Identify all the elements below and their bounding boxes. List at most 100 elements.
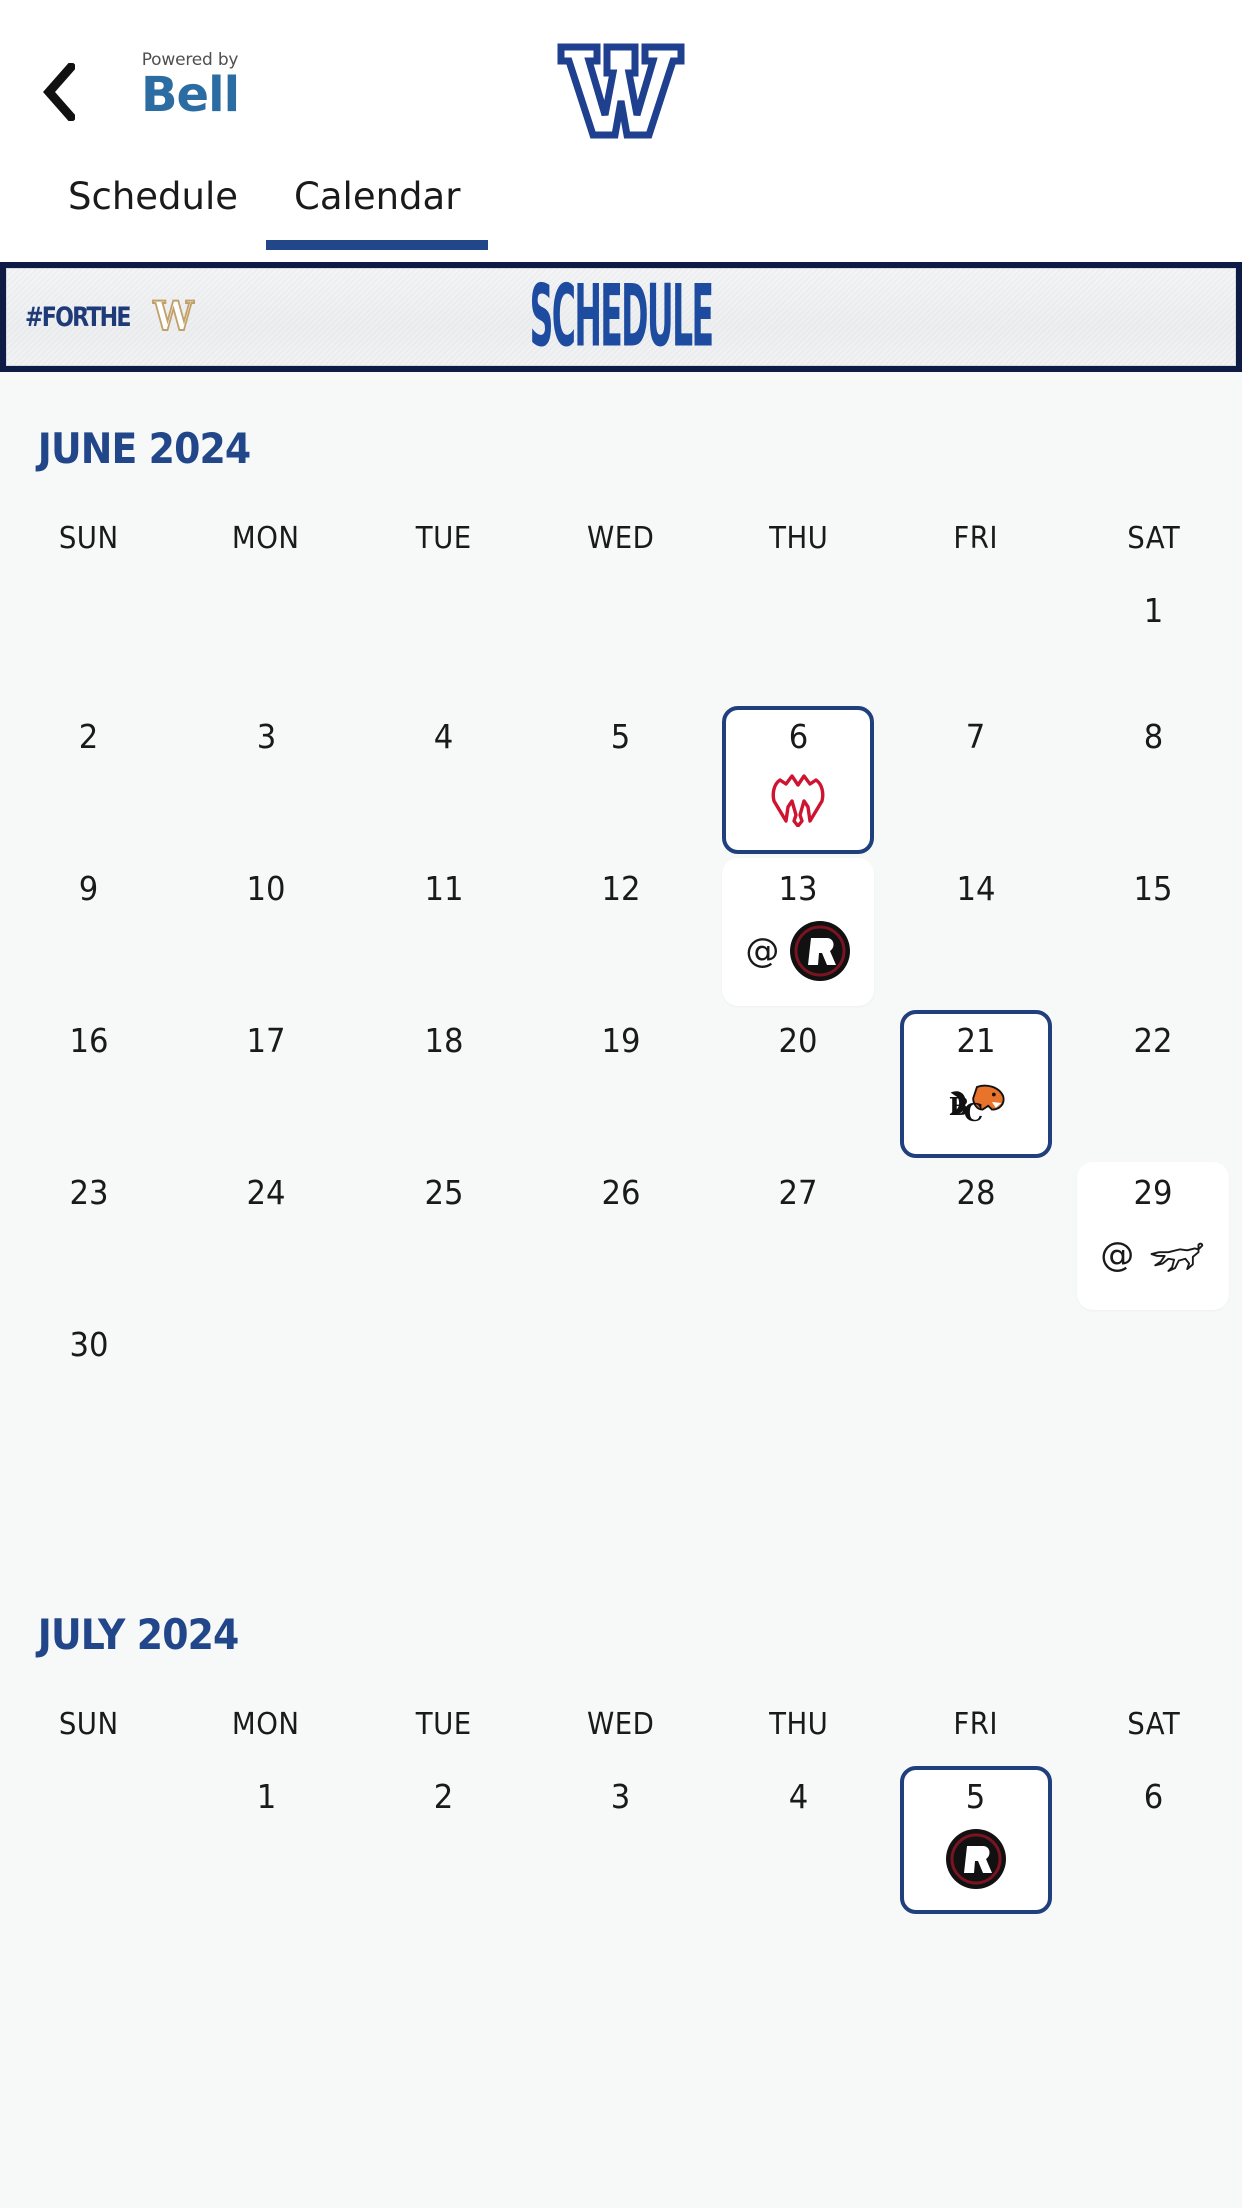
calendar-day-cell[interactable]: 7 (887, 704, 1064, 830)
calendar-day-cell[interactable]: 26 (532, 1160, 709, 1286)
dow-label-mon: MON (232, 1707, 300, 1742)
month-title: JUNE 2024 (37, 424, 251, 473)
bell-sponsor-logo[interactable]: Powered by Bell (140, 52, 240, 119)
calendar-day-cell[interactable]: 18 (355, 1008, 532, 1134)
calendar-day-cell[interactable]: 16 (0, 1008, 177, 1134)
dow-label-fri: FRI (953, 521, 999, 556)
calendar-day-cell-game[interactable]: 5 (887, 1764, 1064, 1916)
game-entry[interactable]: BC (945, 1071, 1007, 1135)
day-number: 3 (256, 717, 276, 756)
ottawa-redblacks-logo (945, 1828, 1007, 1890)
schedule-banner-inner: #FORTHE W SCHEDULE (6, 267, 1236, 367)
schedule-banner: #FORTHE W SCHEDULE (0, 262, 1242, 372)
calendar-day-cell[interactable]: 22 (1065, 1008, 1242, 1134)
calendar-day-cell[interactable]: 3 (177, 704, 354, 830)
calendar-day-cell[interactable]: 14 (887, 856, 1064, 982)
calendar-scroll-area[interactable]: JUNE 2024 SUN MON TUE WED THU FRI SAT 1 2 3 4 5 6 7 8 9 1… (0, 372, 1242, 2208)
calendar-day-cell (0, 578, 177, 704)
dow-label-mon: MON (232, 521, 300, 556)
calendar-day-cell (0, 1764, 177, 1890)
day-number: 14 (956, 869, 996, 908)
day-number: 23 (69, 1173, 109, 1212)
calendar-day-cell[interactable]: 3 (532, 1764, 709, 1890)
game-entry[interactable] (767, 767, 829, 831)
calendar-day-cell[interactable]: 4 (710, 1764, 887, 1890)
day-number: 10 (246, 869, 286, 908)
tab-schedule[interactable]: Schedule (40, 178, 266, 240)
calendar-day-cell[interactable]: 15 (1065, 856, 1242, 982)
calendar-day-cell[interactable]: 2 (0, 704, 177, 830)
dow-label-sat: SAT (1126, 1707, 1180, 1742)
calendar-day-cell[interactable]: 19 (532, 1008, 709, 1134)
calendar-day-cell[interactable]: 12 (532, 856, 709, 982)
week-row: 1 2 3 4 5 6 (0, 1764, 1242, 1916)
away-at-symbol: @ (745, 931, 780, 971)
calendar-day-cell[interactable]: 24 (177, 1160, 354, 1286)
dow-label-tue: TUE (415, 521, 472, 556)
day-number: 27 (778, 1173, 818, 1212)
month-section: JUNE 2024 SUN MON TUE WED THU FRI SAT 1 2 3 4 5 6 7 8 9 1… (0, 372, 1242, 1438)
calendar-day-cell[interactable]: 2 (355, 1764, 532, 1890)
day-number: 3 (611, 1777, 631, 1816)
game-entry[interactable]: @ (1100, 1223, 1206, 1287)
calendar-day-cell-game[interactable]: 21 B C (887, 1008, 1064, 1160)
day-number: 18 (424, 1021, 464, 1060)
calendar-day-cell-game[interactable]: 13 @ (710, 856, 887, 1008)
calendar-day-cell-game[interactable]: 6 (710, 704, 887, 856)
day-number: 2 (78, 717, 99, 756)
dow-label-thu: THU (768, 521, 829, 556)
calendar-day-cell (355, 578, 532, 704)
calendar-day-cell[interactable]: 23 (0, 1160, 177, 1286)
week-row: 30 (0, 1312, 1242, 1438)
day-number: 30 (69, 1325, 109, 1364)
game-entry[interactable]: @ (745, 919, 851, 983)
ottawa-redblacks-logo (789, 920, 851, 982)
week-row: 2 3 4 5 6 7 8 (0, 704, 1242, 856)
tab-calendar-label: Calendar (294, 175, 461, 218)
away-at-symbol: @ (1100, 1235, 1135, 1275)
calendar-day-cell[interactable]: 4 (355, 704, 532, 830)
calendar-day-cell[interactable]: 10 (177, 856, 354, 982)
month-title: JULY 2024 (37, 1610, 240, 1659)
calendar-day-cell[interactable]: 8 (1065, 704, 1242, 830)
calendar-day-cell[interactable]: 5 (532, 704, 709, 830)
tab-schedule-indicator (40, 240, 266, 250)
weeks-container: 1 2 3 4 5 6 7 8 9 10 11 12 13 @14 15 16 17 18 19 20 21 B C 22 23… (0, 556, 1242, 1438)
app-root: Powered by Bell Schedule Calendar #FORTH… (0, 0, 1242, 2208)
tab-calendar[interactable]: Calendar (266, 175, 489, 250)
day-number: 21 (956, 1021, 996, 1060)
calendar-day-cell (177, 578, 354, 704)
back-button[interactable] (26, 60, 90, 124)
calendar-day-cell[interactable]: 17 (177, 1008, 354, 1134)
day-of-week-header: SUN MON TUE WED THU FRI SAT (0, 1659, 1242, 1742)
day-number: 22 (1133, 1021, 1173, 1060)
day-number: 25 (424, 1173, 464, 1212)
winnipeg-blue-bombers-w-logo[interactable] (556, 38, 686, 144)
chevron-left-icon (41, 63, 75, 121)
calendar-day-cell (532, 578, 709, 704)
day-number: 6 (1143, 1777, 1164, 1816)
calendar-day-cell[interactable]: 20 (710, 1008, 887, 1134)
day-number: 5 (966, 1777, 986, 1816)
day-number: 28 (956, 1173, 996, 1212)
week-row: 9 10 11 12 13 @ 14 15 (0, 856, 1242, 1008)
calendar-day-cell[interactable]: 27 (710, 1160, 887, 1286)
day-number: 4 (788, 1777, 809, 1816)
week-row: 16 17 18 19 20 21 B C 22 (0, 1008, 1242, 1160)
calendar-day-cell[interactable]: 6 (1065, 1764, 1242, 1890)
calendar-day-cell[interactable]: 30 (0, 1312, 177, 1438)
calendar-day-cell[interactable]: 9 (0, 856, 177, 982)
game-entry[interactable] (945, 1827, 1007, 1891)
forthe-hashtag-text: #FORTHE (25, 301, 131, 333)
calendar-day-cell[interactable]: 25 (355, 1160, 532, 1286)
calendar-day-cell[interactable]: 28 (887, 1160, 1064, 1286)
calendar-day-cell[interactable]: 1 (177, 1764, 354, 1890)
calendar-day-cell[interactable]: 1 (1065, 578, 1242, 704)
day-number: 2 (433, 1777, 454, 1816)
calendar-day-cell-game[interactable]: 29 @ (1065, 1160, 1242, 1312)
calendar-day-cell[interactable]: 11 (355, 856, 532, 982)
calendar-day-cell (177, 1312, 354, 1438)
months-container: JUNE 2024 SUN MON TUE WED THU FRI SAT 1 2 3 4 5 6 7 8 9 1… (0, 372, 1242, 1916)
forthe-w-glyph: W (152, 293, 194, 340)
schedule-banner-title: SCHEDULE (529, 267, 714, 367)
